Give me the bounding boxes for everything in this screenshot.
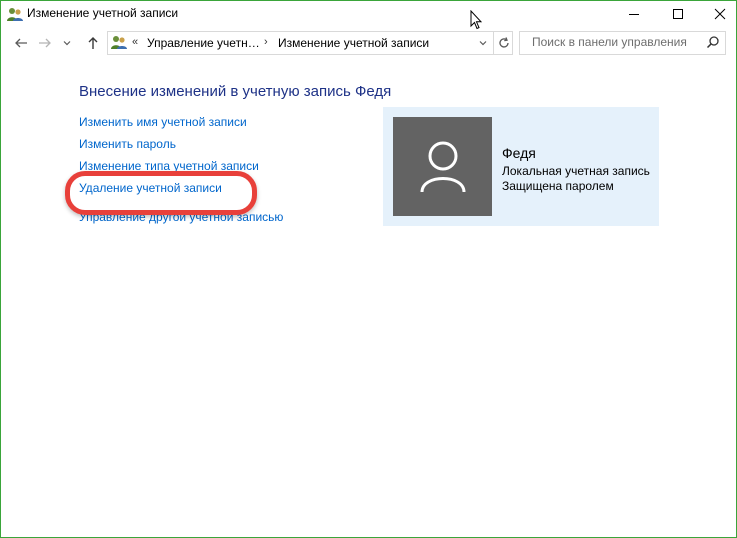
close-icon xyxy=(714,8,726,20)
highlight-annotation xyxy=(65,171,257,215)
account-password-status: Защищена паролем xyxy=(502,179,614,193)
account-name: Федя xyxy=(502,145,536,161)
user-icon xyxy=(420,141,465,192)
maximize-button[interactable] xyxy=(660,1,696,27)
hidden-path-chevron[interactable]: « xyxy=(132,36,138,48)
arrow-left-icon xyxy=(15,38,27,48)
recent-locations-button[interactable] xyxy=(61,33,73,53)
breadcrumb-separator[interactable]: › xyxy=(264,36,268,48)
user-accounts-icon xyxy=(7,6,23,22)
refresh-icon xyxy=(498,37,509,48)
user-accounts-icon xyxy=(111,34,127,50)
address-dropdown-button[interactable] xyxy=(474,32,492,54)
title-bar: Изменение учетной записи xyxy=(1,1,737,30)
avatar xyxy=(393,117,492,216)
search-input[interactable] xyxy=(520,32,708,52)
navigation-bar: « Управление учетн… › Изменение учетной … xyxy=(1,31,736,55)
account-card: Федя Локальная учетная запись Защищена п… xyxy=(383,107,659,226)
change-password-link[interactable]: Изменить пароль xyxy=(79,137,176,151)
window: Изменение учетной записи « Управление уч… xyxy=(0,0,737,538)
maximize-icon xyxy=(673,9,683,19)
refresh-button[interactable] xyxy=(493,32,513,54)
search-box[interactable] xyxy=(519,31,726,55)
chevron-down-icon xyxy=(479,41,487,46)
window-title: Изменение учетной записи xyxy=(27,6,179,20)
search-icon[interactable] xyxy=(706,35,720,54)
arrow-up-icon xyxy=(88,37,98,49)
address-bar[interactable]: « Управление учетн… › Изменение учетной … xyxy=(107,31,513,55)
breadcrumb-segment[interactable]: Изменение учетной записи xyxy=(278,36,429,50)
minimize-button[interactable] xyxy=(616,1,652,27)
up-button[interactable] xyxy=(83,33,103,53)
account-type: Локальная учетная запись xyxy=(502,164,650,178)
minimize-icon xyxy=(629,14,639,15)
close-button[interactable] xyxy=(702,1,737,27)
back-button[interactable] xyxy=(11,33,31,53)
page-title: Внесение изменений в учетную запись Федя xyxy=(79,83,392,100)
arrow-right-icon xyxy=(39,38,51,48)
breadcrumb-segment[interactable]: Управление учетн… xyxy=(147,36,260,50)
change-account-name-link[interactable]: Изменить имя учетной записи xyxy=(79,115,247,129)
chevron-down-icon xyxy=(63,41,71,46)
forward-button[interactable] xyxy=(35,33,55,53)
